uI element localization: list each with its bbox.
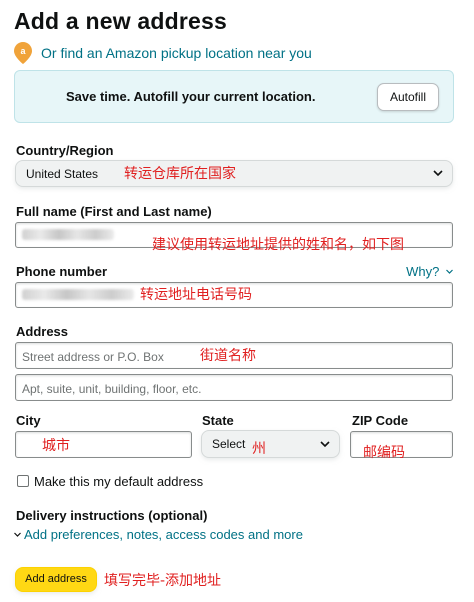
chevron-down-icon <box>320 441 330 448</box>
redacted-name <box>22 229 114 240</box>
city-label: City <box>16 413 41 428</box>
state-select-value: Select <box>212 437 246 451</box>
address-annotation: 街道名称 <box>200 348 256 364</box>
zip-annotation: 邮编码 <box>363 445 405 461</box>
chevron-down-icon <box>433 170 443 177</box>
location-pin-icon: a <box>14 42 32 64</box>
pickup-location-link[interactable]: Or find an Amazon pickup location near y… <box>41 45 312 61</box>
phone-label: Phone number <box>16 264 108 279</box>
full-name-label: Full name (First and Last name) <box>16 204 212 219</box>
delivery-preferences-link[interactable]: Add preferences, notes, access codes and… <box>13 527 303 542</box>
why-link[interactable]: Why? <box>406 264 454 279</box>
zip-label: ZIP Code <box>352 413 409 428</box>
full-name-annotation: 建议使用转运地址提供的姓和名，如下图 <box>152 237 404 253</box>
address-line2-input[interactable]: Apt, suite, unit, building, floor, etc. <box>15 374 453 401</box>
city-annotation: 城市 <box>42 438 70 454</box>
redacted-phone <box>22 289 134 300</box>
autofill-banner: Save time. Autofill your current locatio… <box>14 70 454 123</box>
why-link-text: Why? <box>406 264 440 279</box>
address-line1-placeholder: Street address or P.O. Box <box>22 350 164 364</box>
country-select-value: United States <box>26 167 99 181</box>
state-label: State <box>202 413 234 428</box>
default-address-label: Make this my default address <box>34 474 204 489</box>
country-annotation: 转运仓库所在国家 <box>124 166 236 182</box>
default-address-checkbox[interactable] <box>17 475 29 487</box>
delivery-instructions-heading: Delivery instructions (optional) <box>16 508 208 523</box>
address-line2-placeholder: Apt, suite, unit, building, floor, etc. <box>22 382 202 396</box>
state-annotation: 州 <box>252 441 266 457</box>
delivery-preferences-link-text: Add preferences, notes, access codes and… <box>24 527 303 542</box>
chevron-down-icon <box>446 269 453 274</box>
add-address-button[interactable]: Add address <box>15 567 97 592</box>
country-label: Country/Region <box>16 143 114 158</box>
autofill-button[interactable]: Autofill <box>377 83 439 111</box>
address-label: Address <box>16 324 69 339</box>
page-title: Add a new address <box>14 8 228 34</box>
chevron-down-icon <box>14 532 21 537</box>
state-select[interactable]: Select <box>201 430 340 458</box>
phone-annotation: 转运地址电话号码 <box>140 287 252 303</box>
autofill-banner-text: Save time. Autofill your current locatio… <box>66 89 316 104</box>
submit-annotation: 填写完毕-添加地址 <box>104 573 222 589</box>
